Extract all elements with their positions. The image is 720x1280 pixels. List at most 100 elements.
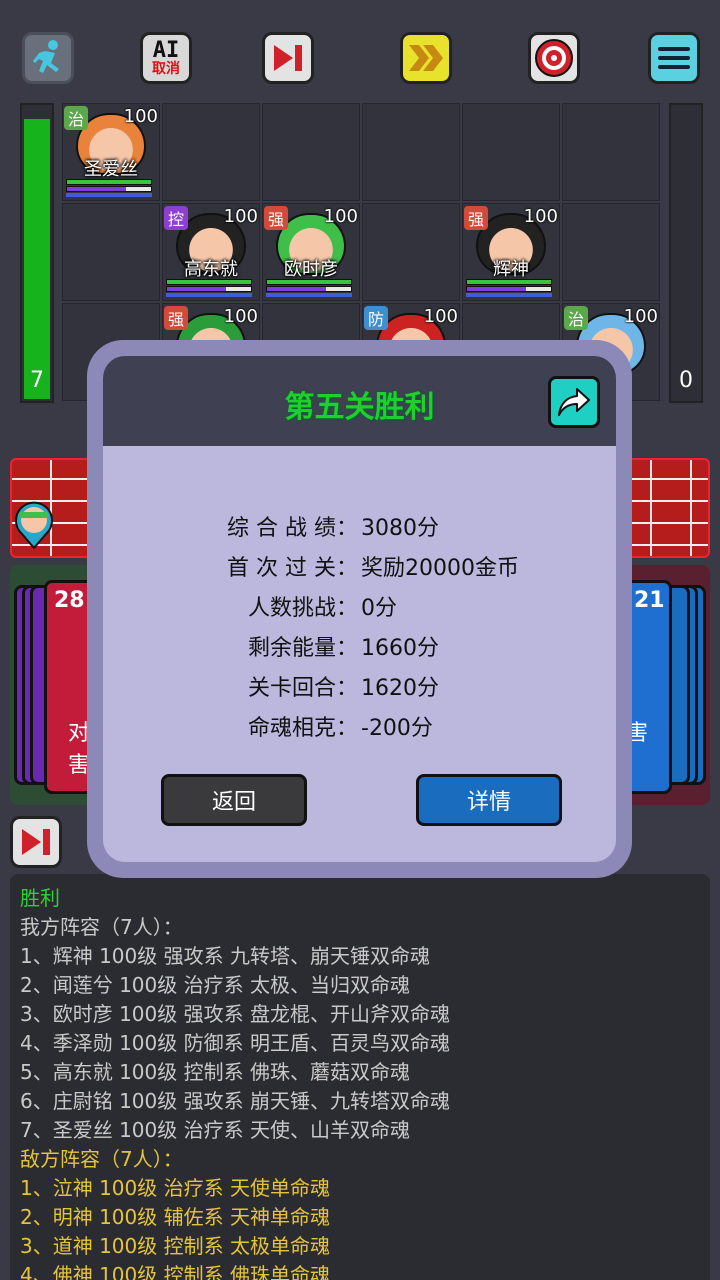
- stat-label: 综 合 战 绩：: [227, 516, 358, 541]
- share-icon: [558, 388, 590, 416]
- unit-name: 高东就: [184, 259, 238, 280]
- our-team-line: 6、庄尉铭 100级 强攻系 崩天锤、九转塔双命魂: [20, 1089, 450, 1113]
- skip-turn-button[interactable]: [262, 32, 314, 84]
- hp-bar: [266, 279, 352, 285]
- our-team-line: 2、闻莲兮 100级 治疗系 太极、当归双命魂: [20, 973, 410, 997]
- skip-icon: [274, 45, 302, 71]
- menu-icon: [658, 47, 690, 51]
- unit-name: 欧时彦: [284, 259, 338, 280]
- map-pin-icon: [15, 501, 53, 550]
- enemy-deck-count: 21: [634, 588, 665, 613]
- stat-label: 关卡回合：: [247, 676, 358, 701]
- details-button[interactable]: 详情: [416, 774, 562, 826]
- unit-level: 100: [523, 206, 558, 227]
- mp-bar: [266, 286, 352, 292]
- grid-cell[interactable]: [362, 103, 460, 201]
- mp-bar: [166, 286, 252, 292]
- stat-rounds: 关卡回合： 1620分: [103, 670, 616, 710]
- grid-cell[interactable]: [162, 103, 260, 201]
- skip-icon: [22, 829, 50, 855]
- enemy-team-line: 3、道神 100级 控制系 太极单命魂: [20, 1234, 330, 1258]
- grid-cell[interactable]: [362, 203, 460, 301]
- xp-bar: [66, 193, 152, 197]
- menu-button[interactable]: [648, 32, 700, 84]
- player-energy-bar: 7: [20, 103, 54, 403]
- grid-cell[interactable]: [462, 103, 560, 201]
- enemy-team-header: 敌方阵容（7人）：: [20, 1147, 183, 1171]
- stat-first-clear: 首 次 过 关： 奖励20000金币: [103, 550, 616, 590]
- unit-card[interactable]: 控 100 高东就: [162, 203, 260, 301]
- class-tag: 防: [364, 306, 388, 330]
- our-team-line: 7、圣爱丝 100级 治疗系 天使、山羊双命魂: [20, 1118, 410, 1142]
- enemy-energy-value: 0: [679, 368, 693, 393]
- mp-bar: [66, 186, 152, 192]
- mp-bar: [466, 286, 552, 292]
- unit-level: 100: [623, 306, 658, 327]
- unit-level: 100: [223, 206, 258, 227]
- enemy-team-line: 2、明神 100级 辅佐系 天神单命魂: [20, 1205, 330, 1229]
- unit-level: 100: [323, 206, 358, 227]
- victory-dialog-panel: 第五关胜利 综 合 战 绩： 3080分 首 次 过 关： 奖励20000金币 …: [103, 356, 616, 862]
- unit-name: 辉神: [493, 259, 529, 280]
- stat-value: -200分: [361, 716, 433, 741]
- unit-card[interactable]: 强 100 欧时彦: [262, 203, 360, 301]
- grid-cell[interactable]: [562, 203, 660, 301]
- stat-headcount: 人数挑战： 0分: [103, 590, 616, 630]
- ai-label: AI: [152, 38, 180, 63]
- stat-soul-counter: 命魂相克： -200分: [103, 710, 616, 750]
- stat-value: 奖励20000金币: [361, 556, 519, 581]
- unit-name: 圣爱丝: [84, 159, 138, 180]
- battle-log[interactable]: 胜利 我方阵容（7人）： 1、辉神 100级 强攻系 九转塔、崩天锤双命魂 2、…: [10, 874, 710, 1280]
- unit-level: 100: [223, 306, 258, 327]
- share-button[interactable]: [548, 376, 600, 428]
- dialog-title: 第五关胜利: [284, 390, 435, 425]
- hp-bar: [166, 279, 252, 285]
- enemy-team-line: 4、佛神 100级 控制系 佛珠单命魂: [20, 1263, 330, 1280]
- stat-value: 0分: [361, 596, 397, 621]
- class-tag: 强: [164, 306, 188, 330]
- xp-bar: [466, 293, 552, 297]
- stat-value: 1660分: [361, 636, 439, 661]
- stat-value: 1620分: [361, 676, 439, 701]
- our-team-header: 我方阵容（7人）：: [20, 915, 183, 939]
- player-deck-count: 28: [54, 588, 85, 613]
- xp-bar: [166, 293, 252, 297]
- running-man-icon: [33, 40, 59, 73]
- our-team-line: 3、欧时彦 100级 强攻系 盘龙棍、开山斧双命魂: [20, 1002, 450, 1026]
- class-tag: 控: [164, 206, 188, 230]
- ai-cancel-button[interactable]: AI 取消: [140, 32, 192, 84]
- run-away-button[interactable]: [22, 32, 74, 84]
- speed-up-button[interactable]: [400, 32, 452, 84]
- unit-card[interactable]: 治 100 圣爱丝: [62, 103, 160, 201]
- hp-bar: [466, 279, 552, 285]
- class-tag: 强: [264, 206, 288, 230]
- class-tag: 治: [64, 106, 88, 130]
- xp-bar: [266, 293, 352, 297]
- our-team-line: 1、辉神 100级 强攻系 九转塔、崩天锤双命魂: [20, 944, 430, 968]
- battle-result: 胜利: [20, 886, 60, 910]
- stat-value: 3080分: [361, 516, 439, 541]
- skip-turn-small-button[interactable]: [10, 816, 62, 868]
- victory-dialog: 第五关胜利 综 合 战 绩： 3080分 首 次 过 关： 奖励20000金币 …: [87, 340, 632, 878]
- class-tag: 强: [464, 206, 488, 230]
- grid-cell[interactable]: [562, 103, 660, 201]
- lane-marker-avatar: [12, 500, 56, 550]
- stat-total: 综 合 战 绩： 3080分: [103, 510, 616, 550]
- target-button[interactable]: [528, 32, 580, 84]
- stat-label: 人数挑战：: [247, 596, 358, 621]
- ai-cancel-label: 取消: [152, 61, 180, 77]
- enemy-team-line: 1、泣神 100级 治疗系 天使单命魂: [20, 1176, 330, 1200]
- our-team-line: 4、季泽勋 100级 防御系 明王盾、百灵鸟双命魂: [20, 1031, 450, 1055]
- enemy-energy-bar: 0: [669, 103, 703, 403]
- grid-cell[interactable]: [262, 103, 360, 201]
- player-energy-value: 7: [30, 368, 44, 393]
- stat-label: 剩余能量：: [247, 636, 358, 661]
- dialog-header: 第五关胜利: [103, 356, 616, 446]
- unit-card[interactable]: 强 100 辉神: [462, 203, 560, 301]
- grid-cell[interactable]: [62, 203, 160, 301]
- back-button[interactable]: 返回: [161, 774, 307, 826]
- fast-forward-icon: [409, 45, 443, 71]
- unit-level: 100: [123, 106, 158, 127]
- our-team-line: 5、高东就 100级 控制系 佛珠、蘑菇双命魂: [20, 1060, 410, 1084]
- stat-energy: 剩余能量： 1660分: [103, 630, 616, 670]
